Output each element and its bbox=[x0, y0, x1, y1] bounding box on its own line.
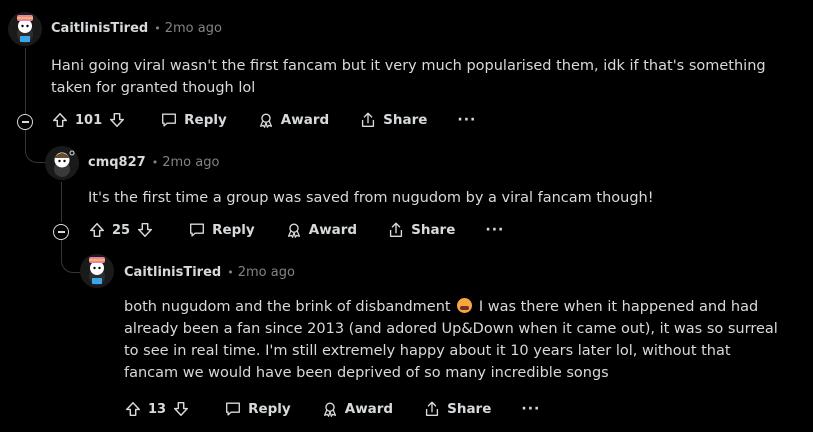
more-options-button[interactable]: ··· bbox=[521, 401, 540, 417]
comment-meta: CaitlinisTired • 2mo ago bbox=[124, 265, 295, 280]
reply-button[interactable]: Reply bbox=[160, 111, 227, 129]
avatar[interactable] bbox=[8, 12, 42, 46]
award-button[interactable]: Award bbox=[285, 221, 357, 239]
downvote-icon[interactable] bbox=[136, 221, 154, 239]
reply-label: Reply bbox=[184, 112, 227, 128]
avatar[interactable] bbox=[80, 254, 114, 288]
vote-group: 13 bbox=[124, 400, 190, 418]
avatar[interactable] bbox=[45, 146, 79, 180]
share-button[interactable]: Share bbox=[423, 400, 491, 418]
more-options-button[interactable]: ··· bbox=[457, 112, 476, 128]
share-button[interactable]: Share bbox=[387, 221, 455, 239]
comment-timestamp[interactable]: 2mo ago bbox=[238, 265, 295, 280]
reply-label: Reply bbox=[248, 401, 291, 417]
downvote-icon[interactable] bbox=[108, 111, 126, 129]
award-label: Award bbox=[344, 401, 394, 417]
award-button[interactable]: Award bbox=[321, 400, 393, 418]
reply-bubble-icon bbox=[224, 400, 242, 418]
avatar-snoo-icon bbox=[8, 12, 42, 46]
thread-line-root bbox=[25, 48, 26, 118]
award-icon bbox=[321, 400, 339, 418]
comment-meta: cmq827 • 2mo ago bbox=[88, 155, 219, 170]
comment-body-text: both nugudom and the brink of disbandmen… bbox=[124, 299, 451, 315]
reply-bubble-icon bbox=[188, 221, 206, 239]
share-label: Share bbox=[447, 401, 492, 417]
reply-bubble-icon bbox=[160, 111, 178, 129]
meta-separator: • bbox=[227, 266, 234, 279]
comment-actions: 25 Reply Award Share ··· bbox=[88, 221, 504, 239]
comment-actions: 101 Reply Award Share ··· bbox=[51, 111, 476, 129]
comment-meta: CaitlinisTired • 2mo ago bbox=[51, 21, 222, 36]
award-button[interactable]: Award bbox=[257, 111, 329, 129]
downvote-icon[interactable] bbox=[172, 400, 190, 418]
reply-button[interactable]: Reply bbox=[224, 400, 291, 418]
comment-timestamp[interactable]: 2mo ago bbox=[165, 21, 222, 36]
comment-author[interactable]: cmq827 bbox=[88, 155, 146, 170]
avatar-snoo-icon bbox=[80, 254, 114, 288]
award-label: Award bbox=[308, 222, 358, 238]
upvote-icon[interactable] bbox=[51, 111, 69, 129]
avatar-snoo-icon bbox=[45, 146, 79, 180]
collapse-thread-button[interactable] bbox=[53, 224, 69, 240]
vote-count: 101 bbox=[75, 112, 103, 128]
comment-author[interactable]: CaitlinisTired bbox=[124, 265, 221, 280]
share-label: Share bbox=[383, 112, 428, 128]
upvote-icon[interactable] bbox=[124, 400, 142, 418]
reply-button[interactable]: Reply bbox=[188, 221, 255, 239]
meta-separator: • bbox=[151, 156, 159, 169]
collapse-thread-button[interactable] bbox=[17, 114, 33, 130]
comment-body: Hani going viral wasn't the first fancam… bbox=[51, 58, 766, 96]
award-icon bbox=[257, 111, 275, 129]
share-icon bbox=[387, 221, 405, 239]
meta-separator: • bbox=[154, 22, 161, 35]
vote-count: 25 bbox=[112, 222, 131, 238]
award-icon bbox=[285, 221, 303, 239]
reply-label: Reply bbox=[212, 222, 255, 238]
vote-count: 13 bbox=[148, 401, 167, 417]
crying-face-emoji-icon bbox=[457, 298, 473, 313]
share-icon bbox=[359, 111, 377, 129]
upvote-icon[interactable] bbox=[88, 221, 106, 239]
comment-author[interactable]: CaitlinisTired bbox=[51, 21, 148, 36]
more-options-button[interactable]: ··· bbox=[485, 222, 504, 238]
award-label: Award bbox=[280, 112, 330, 128]
thread-line-reply-1 bbox=[61, 182, 62, 222]
comment-actions: 13 Reply Award Share ··· bbox=[124, 400, 540, 418]
vote-group: 25 bbox=[88, 221, 154, 239]
share-icon bbox=[423, 400, 441, 418]
comment-body: It's the first time a group was saved fr… bbox=[88, 190, 654, 206]
share-label: Share bbox=[411, 222, 456, 238]
vote-group: 101 bbox=[51, 111, 126, 129]
share-button[interactable]: Share bbox=[359, 111, 427, 129]
comment-timestamp[interactable]: 2mo ago bbox=[162, 155, 219, 170]
comment-body: both nugudom and the brink of disbandmen… bbox=[124, 296, 784, 384]
